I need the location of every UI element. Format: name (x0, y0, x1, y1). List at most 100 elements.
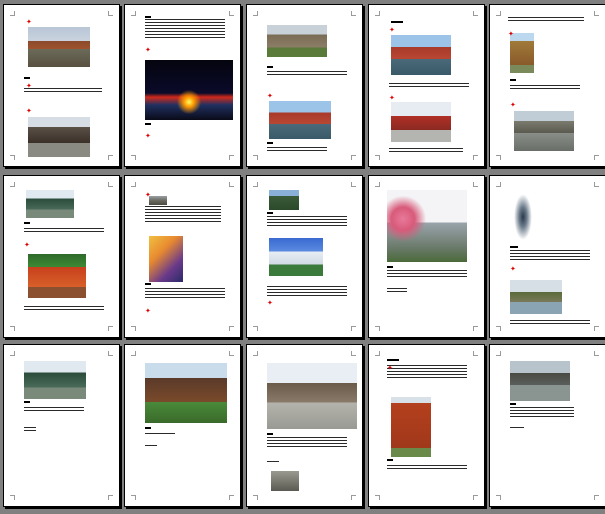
document-page[interactable]: ✦ (246, 175, 363, 338)
margin-corner-mark (10, 155, 15, 160)
document-page[interactable]: ✦ (3, 175, 120, 338)
margin-corner-mark (253, 326, 258, 331)
heading-line (387, 359, 399, 361)
document-page[interactable]: ✦ (246, 4, 363, 167)
margin-corner-mark (229, 155, 234, 160)
photo-red-pagoda (391, 397, 431, 457)
document-page[interactable] (3, 344, 120, 507)
red-marker-icon: ✦ (26, 82, 32, 90)
margin-corner-mark (496, 11, 501, 16)
photo-canal (514, 111, 574, 151)
photo-harbor (510, 361, 570, 401)
margin-corner-mark (375, 326, 380, 331)
text-block (389, 148, 463, 152)
margin-corner-mark (131, 11, 136, 16)
margin-corner-mark (108, 326, 113, 331)
document-page[interactable]: ✦ ✦ (124, 4, 241, 167)
document-page[interactable]: ✦ ✦ (368, 4, 485, 167)
text-block (267, 216, 347, 228)
red-marker-icon: ✦ (387, 364, 393, 372)
margin-corner-mark (473, 495, 478, 500)
margin-corner-mark (594, 326, 599, 331)
photo-blossom (387, 190, 467, 262)
margin-corner-mark (10, 351, 15, 356)
text-block (267, 147, 327, 151)
red-marker-icon: ✦ (145, 307, 151, 315)
margin-corner-mark (594, 182, 599, 187)
margin-corner-mark (131, 495, 136, 500)
margin-corner-mark (351, 155, 356, 160)
text-block (510, 85, 580, 89)
margin-corner-mark (375, 11, 380, 16)
red-marker-icon: ✦ (145, 46, 151, 54)
heading-line (145, 16, 151, 18)
text-block (24, 88, 102, 94)
margin-corner-mark (351, 351, 356, 356)
text-block (510, 407, 574, 419)
margin-corner-mark (594, 155, 599, 160)
document-page[interactable] (489, 344, 605, 507)
margin-corner-mark (229, 326, 234, 331)
document-page[interactable]: ✦ ✦ ✦ (3, 4, 120, 167)
margin-corner-mark (108, 351, 113, 356)
text-block (508, 17, 584, 23)
text-block (145, 19, 225, 39)
text-block (24, 407, 84, 413)
document-page[interactable] (124, 344, 241, 507)
heading-line (267, 433, 273, 435)
margin-corner-mark (108, 11, 113, 16)
text-block (510, 320, 590, 324)
text-block (387, 288, 407, 292)
photo-temple-roof (269, 101, 331, 139)
margin-corner-mark (496, 495, 501, 500)
margin-corner-mark (496, 155, 501, 160)
margin-corner-mark (253, 11, 258, 16)
photo-pagoda-mist (514, 194, 532, 240)
red-marker-icon: ✦ (26, 107, 32, 115)
photo-pavilion-2 (24, 361, 86, 399)
margin-corner-mark (473, 351, 478, 356)
text-block (145, 433, 175, 435)
photo-white-gate (269, 238, 323, 276)
document-page[interactable] (368, 175, 485, 338)
document-page[interactable]: ✦ ✦ (489, 4, 605, 167)
margin-corner-mark (253, 351, 258, 356)
document-page[interactable]: ✦ ✦ (124, 175, 241, 338)
margin-corner-mark (253, 495, 258, 500)
margin-corner-mark (473, 11, 478, 16)
margin-corner-mark (131, 182, 136, 187)
text-block (145, 288, 225, 300)
heading-line (510, 246, 518, 248)
red-marker-icon: ✦ (24, 241, 30, 249)
text-block (389, 83, 469, 89)
document-page[interactable]: ✦ (489, 175, 605, 338)
document-page[interactable] (246, 344, 363, 507)
heading-line (510, 79, 516, 81)
heading-line (24, 77, 30, 79)
margin-corner-mark (10, 11, 15, 16)
red-marker-icon: ✦ (267, 299, 273, 307)
photo-lodge (267, 25, 327, 57)
photo-rock (271, 471, 299, 491)
margin-corner-mark (351, 11, 356, 16)
margin-corner-mark (10, 182, 15, 187)
heading-line (387, 266, 393, 268)
heading-line (387, 459, 393, 461)
heading-line (267, 142, 273, 144)
photo-pavilion (26, 190, 74, 218)
heading-line (24, 222, 30, 224)
text-block (267, 286, 347, 298)
text-block (145, 445, 157, 448)
margin-corner-mark (351, 182, 356, 187)
margin-corner-mark (131, 351, 136, 356)
document-page[interactable]: ✦ (368, 344, 485, 507)
margin-corner-mark (473, 326, 478, 331)
photo-tower (510, 33, 534, 73)
margin-corner-mark (375, 351, 380, 356)
photo-big-temple (145, 363, 227, 423)
text-block (24, 306, 104, 310)
text-block (267, 461, 279, 464)
margin-corner-mark (594, 495, 599, 500)
photo-street (267, 363, 357, 429)
text-block (387, 365, 467, 379)
